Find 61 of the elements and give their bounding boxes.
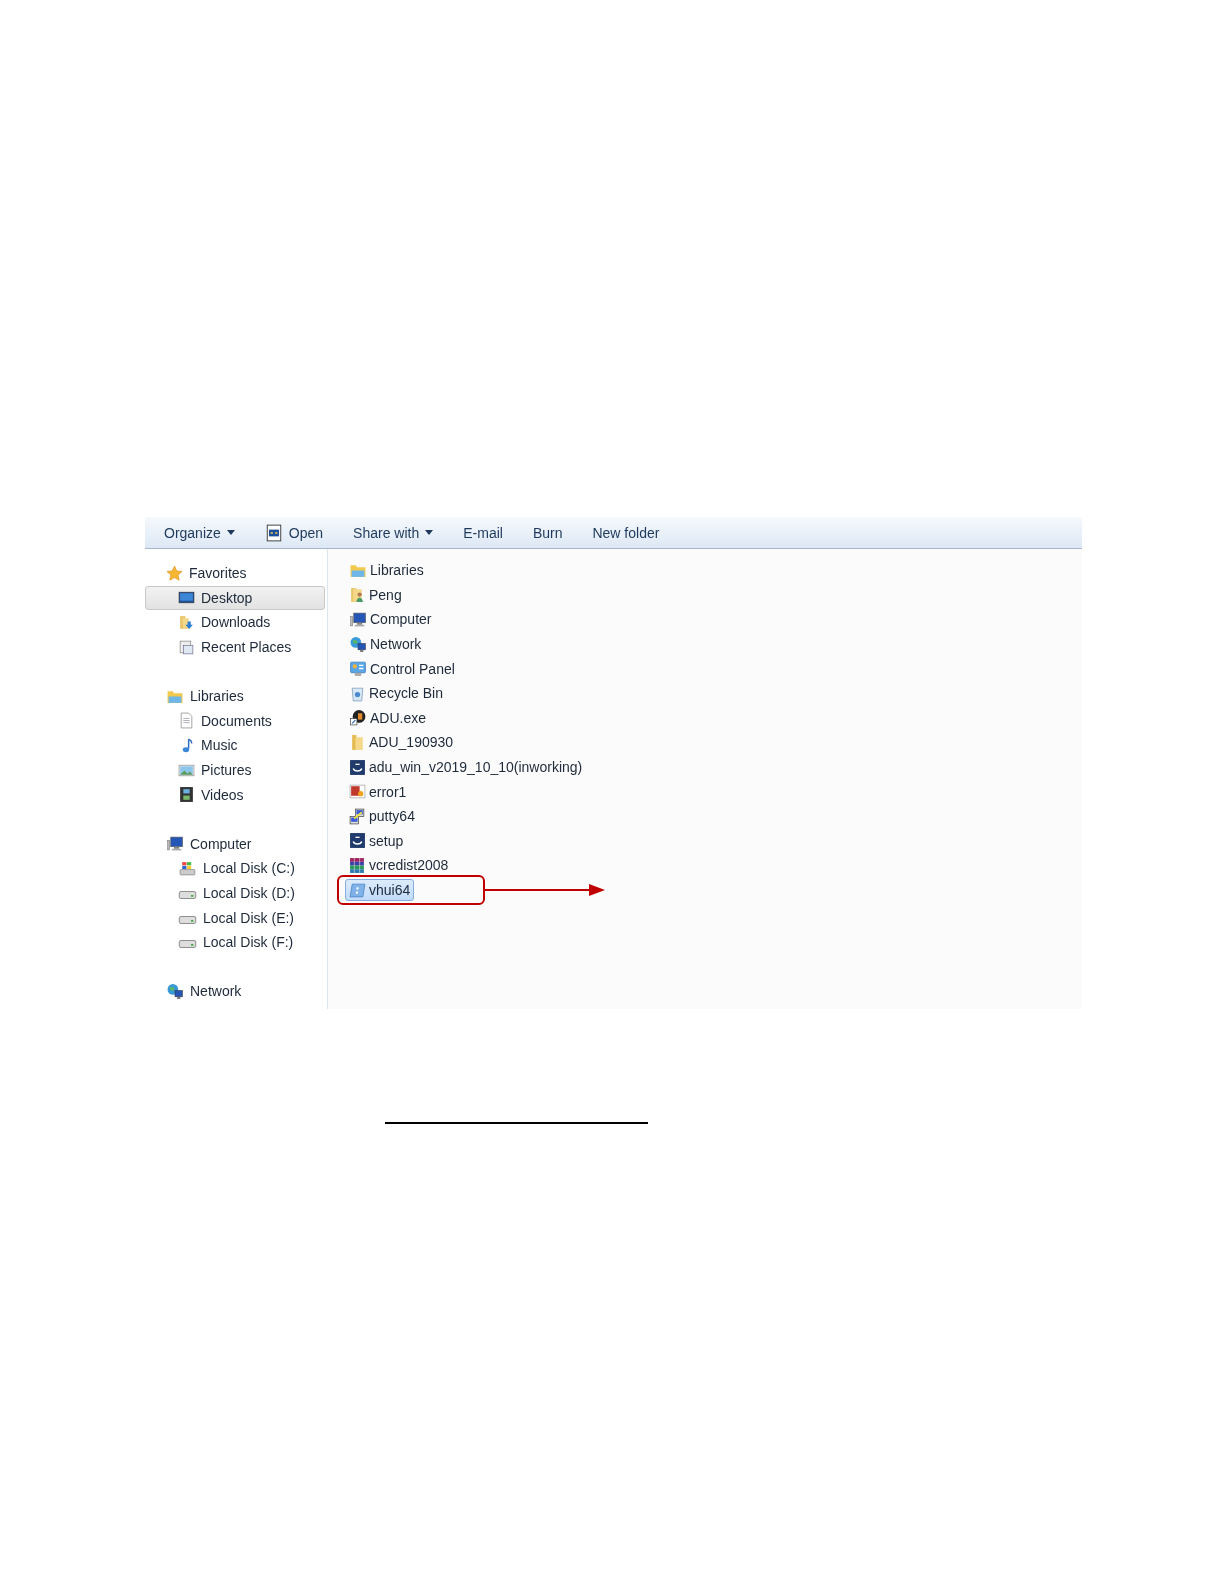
drive-icon	[178, 891, 197, 899]
file-item[interactable]: vhui64	[345, 879, 415, 901]
folder-icon	[178, 614, 195, 631]
file-item[interactable]: ADU.exe	[345, 706, 431, 729]
navigation-item[interactable]: Downloads	[145, 610, 325, 635]
file-item[interactable]: Recycle Bin	[345, 682, 447, 705]
toolbar-button[interactable]: Share with	[344, 519, 443, 546]
navigation-item[interactable]: Pictures	[145, 757, 325, 783]
navigation-item[interactable]: Desktop	[145, 585, 325, 611]
app-icon	[349, 709, 367, 727]
navigation-item[interactable]: Videos	[145, 782, 325, 807]
file-item[interactable]: ADU_190930	[345, 731, 458, 754]
navigation-item[interactable]: Local Disk (D:)	[145, 880, 325, 906]
document-icon	[178, 712, 195, 730]
network-icon	[166, 982, 184, 1000]
network-icon	[349, 635, 367, 653]
control-panel-icon	[349, 660, 367, 678]
drive-icon	[178, 915, 197, 924]
window-icon	[264, 523, 283, 542]
file-item[interactable]: Libraries	[345, 559, 428, 582]
file-item[interactable]: putty64	[345, 805, 419, 828]
navigation-item[interactable]: Local Disk (C:)	[145, 856, 325, 881]
star-icon	[166, 564, 183, 582]
toolbar-button[interactable]: E-mail	[454, 519, 512, 546]
computer-icon	[166, 835, 184, 853]
caret-icon	[226, 530, 235, 535]
navigation-item[interactable]: Favorites	[145, 561, 325, 586]
user-folder-icon	[349, 586, 366, 604]
toolbar-button[interactable]: Open	[255, 519, 333, 546]
image-file-icon	[349, 783, 366, 801]
navigation-item[interactable]: Libraries	[145, 683, 325, 709]
computers-icon	[349, 807, 366, 825]
computer-icon	[349, 611, 367, 628]
navigation-item[interactable]: Documents	[145, 708, 325, 734]
books-icon	[349, 856, 366, 874]
recent-places-icon	[178, 638, 195, 656]
toolbar-button[interactable]: Organize	[155, 519, 244, 546]
file-item[interactable]: error1	[345, 780, 411, 803]
navigation-item[interactable]: Network	[145, 979, 325, 1004]
installer-icon	[349, 758, 366, 776]
navigation-item[interactable]: Local Disk (F:)	[145, 929, 325, 955]
folder-icon	[349, 733, 366, 751]
installer-icon	[349, 832, 366, 850]
toolbar-button[interactable]: Burn	[523, 519, 572, 546]
toolbar-button[interactable]: New folder	[583, 519, 669, 546]
application-icon	[349, 881, 366, 899]
file-item[interactable]: adu_win_v2019_10_10(inworking)	[345, 756, 587, 779]
drive-icon	[178, 940, 197, 949]
file-item[interactable]: setup	[345, 829, 408, 852]
file-item[interactable]: Computer	[345, 608, 436, 631]
file-item[interactable]: vcredist2008	[345, 854, 453, 877]
file-item[interactable]: Control Panel	[345, 657, 459, 680]
navigation-item[interactable]: Recent Places	[145, 634, 325, 660]
drive-icon	[178, 859, 197, 877]
navigation-item[interactable]: Computer	[145, 831, 325, 857]
caret-icon	[425, 530, 434, 535]
file-item[interactable]: Network	[345, 633, 426, 656]
navigation-item[interactable]: Local Disk (E:)	[145, 905, 325, 930]
file-item[interactable]: Peng	[345, 583, 406, 606]
navigation-item[interactable]: Music	[145, 733, 325, 758]
film-icon	[178, 786, 195, 804]
